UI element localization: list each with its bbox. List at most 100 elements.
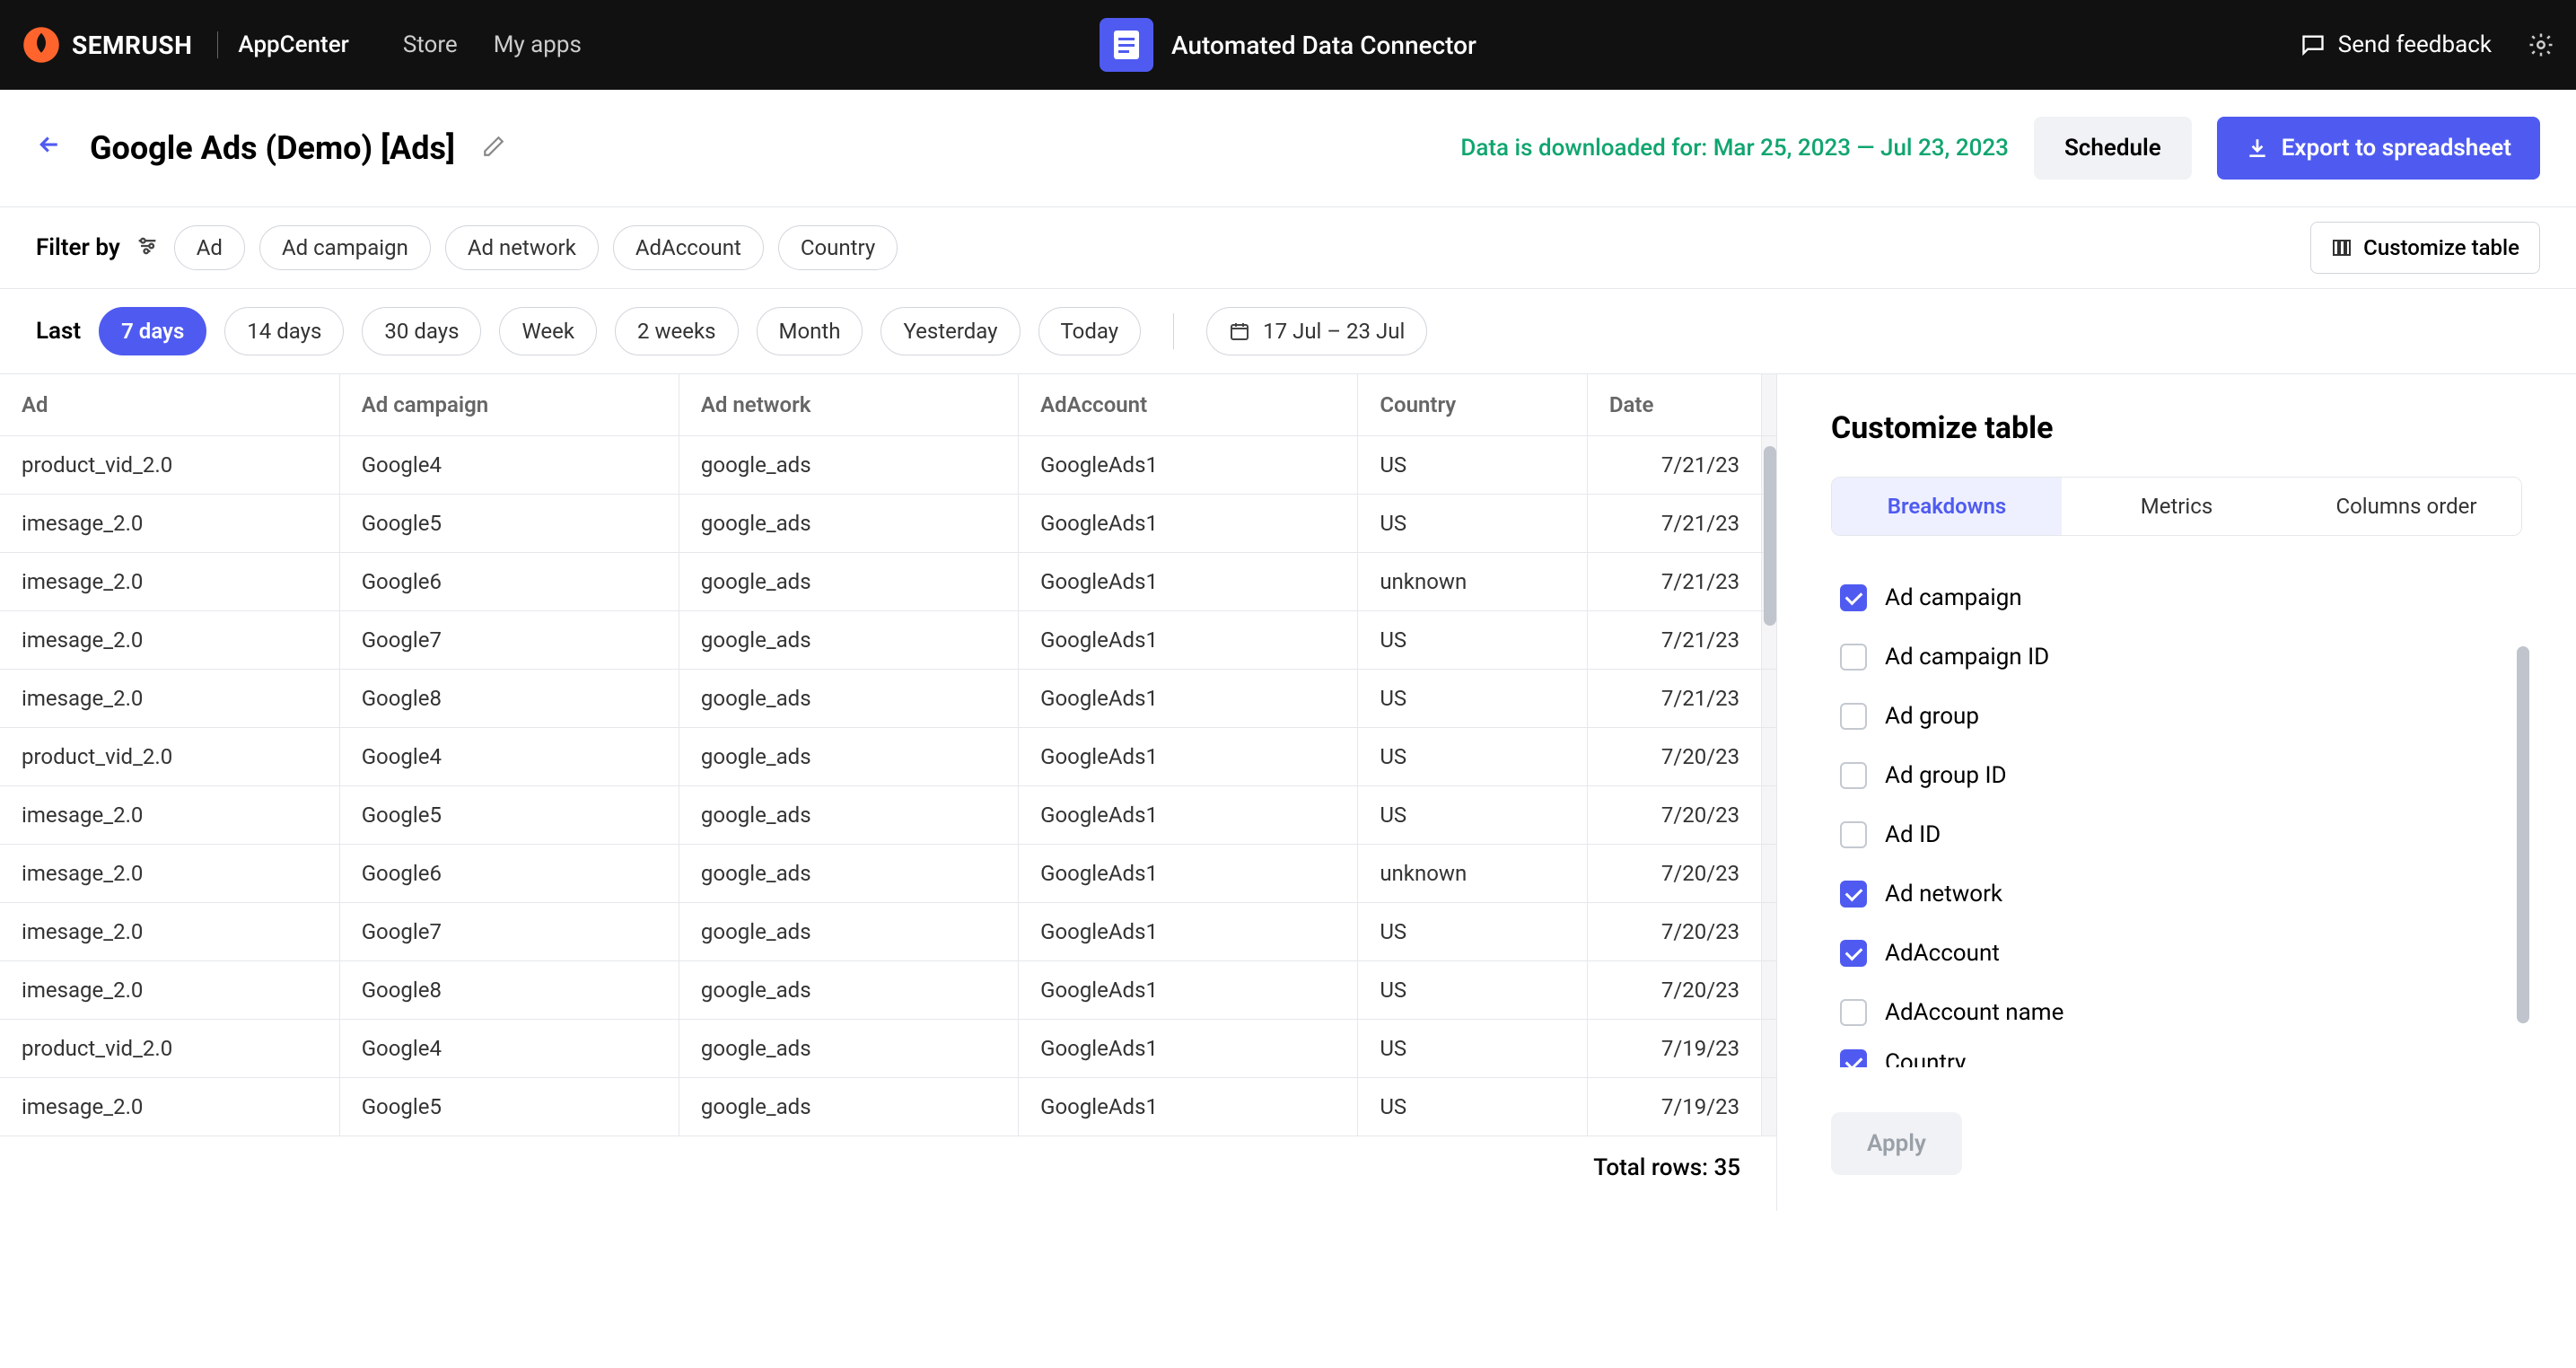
breakdown-option-ad-campaign-id[interactable]: Ad campaign ID xyxy=(1831,627,2522,687)
apply-button[interactable]: Apply xyxy=(1831,1112,1962,1175)
cell: US xyxy=(1358,786,1588,845)
tab-breakdowns[interactable]: Breakdowns xyxy=(1832,478,2062,535)
cell: US xyxy=(1358,1078,1588,1136)
settings-gear-icon[interactable] xyxy=(2528,31,2554,58)
cell: 7/19/23 xyxy=(1587,1020,1761,1078)
checkbox[interactable] xyxy=(1840,762,1867,789)
cell: imesage_2.0 xyxy=(0,495,339,553)
scroll-gutter xyxy=(1762,961,1776,1020)
main: AdAd campaignAd networkAdAccountCountryD… xyxy=(0,374,2576,1211)
cell: US xyxy=(1358,728,1588,786)
table-row[interactable]: imesage_2.0Google8google_adsGoogleAds1US… xyxy=(0,670,1776,728)
checkbox-label: Ad ID xyxy=(1885,821,1941,848)
column-header-adaccount[interactable]: AdAccount xyxy=(1019,374,1358,436)
filter-chip-adaccount[interactable]: AdAccount xyxy=(613,225,764,270)
back-arrow-icon[interactable] xyxy=(36,131,63,165)
table-row[interactable]: imesage_2.0Google5google_adsGoogleAds1US… xyxy=(0,786,1776,845)
date-chip-week[interactable]: Week xyxy=(499,307,597,355)
cell: GoogleAds1 xyxy=(1019,436,1358,495)
table-row[interactable]: imesage_2.0Google7google_adsGoogleAds1US… xyxy=(0,903,1776,961)
date-chip-yesterday[interactable]: Yesterday xyxy=(881,307,1020,355)
filter-sliders-icon[interactable] xyxy=(135,233,160,262)
cell: google_ads xyxy=(679,1078,1018,1136)
customize-table-button[interactable]: Customize table xyxy=(2310,222,2540,274)
schedule-button[interactable]: Schedule xyxy=(2034,117,2192,180)
topbar-right: Send feedback xyxy=(2300,31,2554,58)
table-row[interactable]: imesage_2.0Google6google_adsGoogleAds1un… xyxy=(0,845,1776,903)
checkbox[interactable] xyxy=(1840,703,1867,730)
filter-chip-ad[interactable]: Ad xyxy=(174,225,245,270)
table-row[interactable]: product_vid_2.0Google4google_adsGoogleAd… xyxy=(0,1020,1776,1078)
date-chip-today[interactable]: Today xyxy=(1038,307,1142,355)
checkbox[interactable] xyxy=(1840,940,1867,967)
column-header-date[interactable]: Date xyxy=(1587,374,1761,436)
column-header-ad[interactable]: Ad xyxy=(0,374,339,436)
cell: google_ads xyxy=(679,495,1018,553)
cell: imesage_2.0 xyxy=(0,845,339,903)
panel-title: Customize table xyxy=(1831,410,2522,446)
date-chip-2-weeks[interactable]: 2 weeks xyxy=(615,307,738,355)
date-chip-month[interactable]: Month xyxy=(757,307,863,355)
tab-columns-order[interactable]: Columns order xyxy=(2291,478,2521,535)
table-row[interactable]: product_vid_2.0Google4google_adsGoogleAd… xyxy=(0,436,1776,495)
breakdown-option-ad-campaign[interactable]: Ad campaign xyxy=(1831,568,2522,627)
cell: 7/21/23 xyxy=(1587,553,1761,611)
filter-chip-ad-network[interactable]: Ad network xyxy=(445,225,599,270)
appcenter-link[interactable]: AppCenter xyxy=(217,31,348,58)
table-row[interactable]: product_vid_2.0Google4google_adsGoogleAd… xyxy=(0,728,1776,786)
filter-by-label: Filter by xyxy=(36,234,120,261)
breakdown-option-adaccount-name[interactable]: AdAccount name xyxy=(1831,983,2522,1042)
breakdown-option-ad-network[interactable]: Ad network xyxy=(1831,864,2522,924)
filter-chip-country[interactable]: Country xyxy=(778,225,898,270)
column-header-country[interactable]: Country xyxy=(1358,374,1588,436)
date-range-picker[interactable]: 17 Jul – 23 Jul xyxy=(1206,307,1427,355)
send-feedback-button[interactable]: Send feedback xyxy=(2300,31,2492,58)
checkbox[interactable] xyxy=(1840,821,1867,848)
table-row[interactable]: imesage_2.0Google5google_adsGoogleAds1US… xyxy=(0,495,1776,553)
breakdown-option-ad-group[interactable]: Ad group xyxy=(1831,687,2522,746)
table-row[interactable]: imesage_2.0Google5google_adsGoogleAds1US… xyxy=(0,1078,1776,1136)
cell: GoogleAds1 xyxy=(1019,961,1358,1020)
app-title: Automated Data Connector xyxy=(1171,31,1476,60)
breakdown-option-adaccount[interactable]: AdAccount xyxy=(1831,924,2522,983)
cell: GoogleAds1 xyxy=(1019,903,1358,961)
scroll-gutter xyxy=(1762,1020,1776,1078)
table-row[interactable]: imesage_2.0Google7google_adsGoogleAds1US… xyxy=(0,611,1776,670)
checkbox[interactable] xyxy=(1840,999,1867,1026)
date-chip-7-days[interactable]: 7 days xyxy=(99,307,206,355)
checkbox[interactable] xyxy=(1840,1049,1867,1067)
semrush-logo[interactable]: SEMRUSH xyxy=(22,25,192,65)
cell: Google5 xyxy=(339,495,679,553)
checkbox-label: AdAccount name xyxy=(1885,999,2063,1026)
column-header-ad-campaign[interactable]: Ad campaign xyxy=(339,374,679,436)
column-header-ad-network[interactable]: Ad network xyxy=(679,374,1018,436)
cell: GoogleAds1 xyxy=(1019,1020,1358,1078)
date-chip-14-days[interactable]: 14 days xyxy=(224,307,344,355)
filter-chip-ad-campaign[interactable]: Ad campaign xyxy=(259,225,431,270)
breakdown-option-ad-group-id[interactable]: Ad group ID xyxy=(1831,746,2522,805)
cell: US xyxy=(1358,670,1588,728)
download-icon xyxy=(2246,136,2269,160)
panel-scrollbar[interactable] xyxy=(2517,646,2529,1023)
data-table: AdAd campaignAd networkAdAccountCountryD… xyxy=(0,374,1776,1136)
breakdown-option-country[interactable]: Country xyxy=(1831,1042,2522,1067)
nav-myapps[interactable]: My apps xyxy=(494,31,582,58)
cell: US xyxy=(1358,495,1588,553)
table-row[interactable]: imesage_2.0Google8google_adsGoogleAds1US… xyxy=(0,961,1776,1020)
table-row[interactable]: imesage_2.0Google6google_adsGoogleAds1un… xyxy=(0,553,1776,611)
checkbox[interactable] xyxy=(1840,584,1867,611)
checkbox[interactable] xyxy=(1840,881,1867,908)
breakdown-options: Ad campaignAd campaign IDAd groupAd grou… xyxy=(1831,568,2522,1067)
breakdown-option-ad-id[interactable]: Ad ID xyxy=(1831,805,2522,864)
scroll-gutter xyxy=(1762,728,1776,786)
nav-store[interactable]: Store xyxy=(403,31,458,58)
edit-pencil-icon[interactable] xyxy=(482,135,505,162)
scroll-gutter xyxy=(1762,670,1776,728)
date-chip-30-days[interactable]: 30 days xyxy=(362,307,481,355)
checkbox[interactable] xyxy=(1840,644,1867,671)
table-scrollbar[interactable] xyxy=(1764,446,1776,626)
export-button[interactable]: Export to spreadsheet xyxy=(2217,117,2540,180)
scroll-gutter xyxy=(1762,845,1776,903)
tab-metrics[interactable]: Metrics xyxy=(2062,478,2291,535)
cell: GoogleAds1 xyxy=(1019,670,1358,728)
